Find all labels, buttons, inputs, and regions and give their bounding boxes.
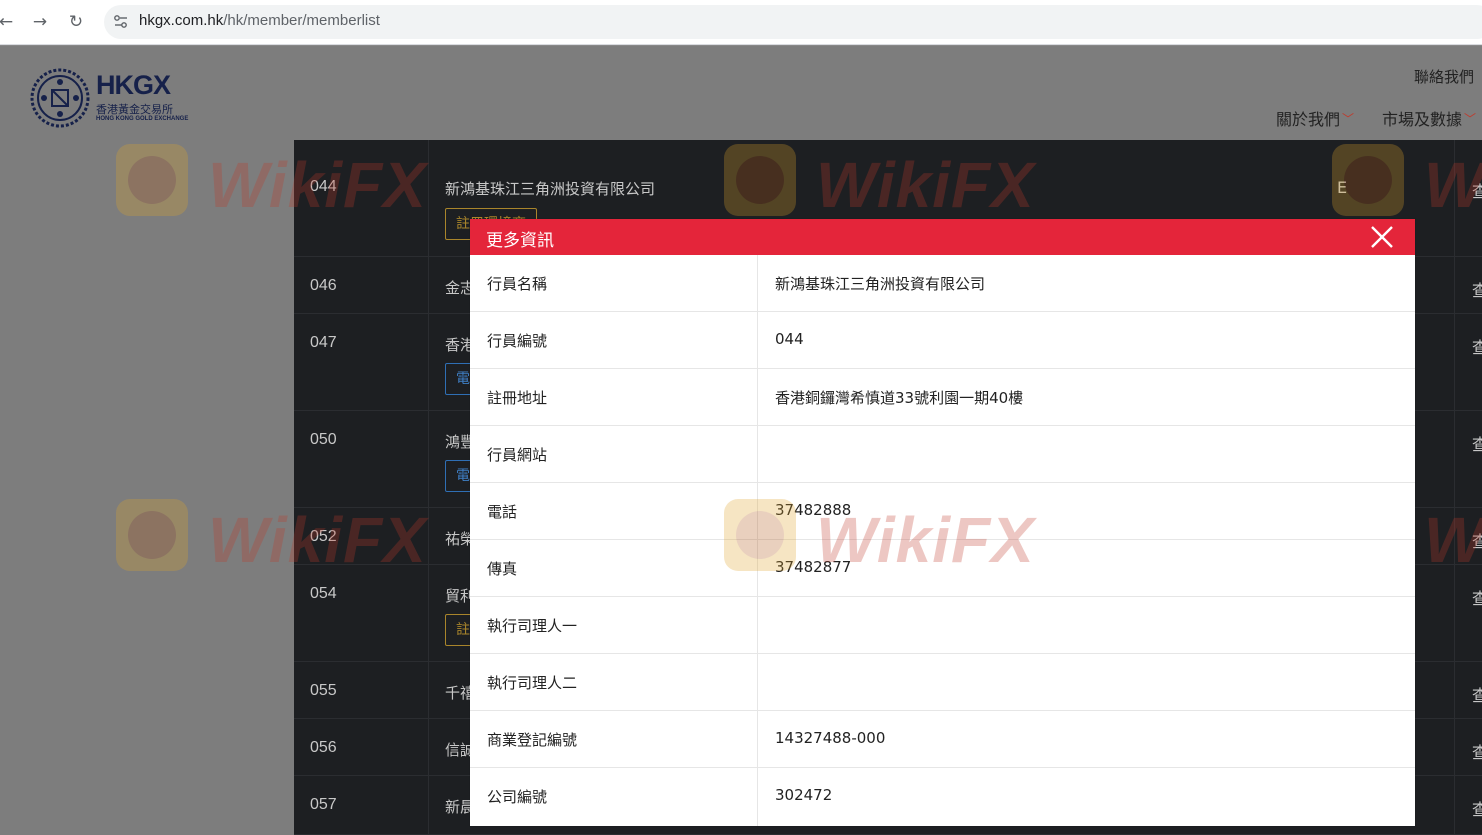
reload-icon[interactable]: ↻ xyxy=(64,10,88,34)
info-label: 註冊地址 xyxy=(487,389,548,407)
info-value: 香港銅鑼灣希慎道33號利園一期40樓 xyxy=(775,389,1024,407)
member-name: 新鴻基珠江三角洲投資有限公司 xyxy=(445,180,656,198)
member-number: 046 xyxy=(310,277,337,294)
info-row-phone: 電話 37482888 xyxy=(470,483,1415,540)
hkgx-logo[interactable]: HKGX 香港黃金交易所 HONG KONG GOLD EXCHANGE xyxy=(30,68,190,128)
page-background-left xyxy=(0,140,294,835)
info-row-website: 行員網站 xyxy=(470,426,1415,483)
nav-market-data-label: 市場及數據 xyxy=(1381,110,1462,129)
member-info-table: 行員名稱 新鴻基珠江三角洲投資有限公司 行員編號 044 註冊地址 香港銅鑼灣希… xyxy=(470,255,1415,825)
address-bar[interactable]: hkgx.com.hk/hk/member/memberlist xyxy=(104,5,1482,39)
view-link[interactable]: 查 xyxy=(1472,431,1482,455)
info-row-executive-1: 執行司理人一 xyxy=(470,597,1415,654)
info-label: 傳真 xyxy=(487,560,518,578)
url-text[interactable]: hkgx.com.hk/hk/member/memberlist xyxy=(139,12,380,29)
info-label: 公司編號 xyxy=(487,788,548,806)
modal-title: 更多資訊 xyxy=(486,231,554,251)
info-row-fax: 傳真 37482877 xyxy=(470,540,1415,597)
view-link[interactable]: 查 xyxy=(1472,277,1482,301)
info-label: 行員名稱 xyxy=(487,275,548,293)
contact-us-link[interactable]: 聯絡我們 xyxy=(1414,66,1474,87)
info-label: 行員網站 xyxy=(487,446,548,464)
info-value: 37482877 xyxy=(775,558,852,576)
chevron-down-icon: ﹀ xyxy=(1463,111,1476,126)
hkgx-seal-icon xyxy=(30,68,90,128)
info-row-member-name: 行員名稱 新鴻基珠江三角洲投資有限公司 xyxy=(470,255,1415,312)
view-link[interactable]: 查 xyxy=(1472,739,1482,763)
more-info-modal: 更多資訊 行員名稱 新鴻基珠江三角洲投資有限公司 行員編號 044 註冊地址 香… xyxy=(470,219,1415,826)
member-number: 047 xyxy=(310,334,337,351)
forward-arrow-icon[interactable]: → xyxy=(28,10,52,34)
main-nav: 關於我們 ﹀ 市場及數據 ﹀ xyxy=(1276,106,1476,130)
view-link[interactable]: 查 xyxy=(1472,528,1482,552)
logo-wordmark: HKGX xyxy=(96,70,171,100)
member-number: 057 xyxy=(310,796,337,813)
info-label: 電話 xyxy=(487,503,518,521)
member-number: 056 xyxy=(310,739,337,756)
info-label: 執行司理人一 xyxy=(487,617,578,635)
view-link[interactable]: 查 xyxy=(1472,178,1482,202)
view-link[interactable]: 查 xyxy=(1472,334,1482,358)
back-arrow-icon[interactable]: ← xyxy=(0,10,18,34)
info-row-member-number: 行員編號 044 xyxy=(470,312,1415,369)
close-icon[interactable] xyxy=(1369,224,1395,250)
site-header: HKGX 香港黃金交易所 HONG KONG GOLD EXCHANGE 聯絡我… xyxy=(0,46,1482,140)
info-value: 14327488-000 xyxy=(775,729,886,747)
info-label: 商業登記編號 xyxy=(487,731,578,749)
info-value: 302472 xyxy=(775,786,833,804)
nav-about-us[interactable]: 關於我們 ﹀ xyxy=(1276,106,1354,130)
site-settings-icon[interactable] xyxy=(112,13,130,31)
info-row-registered-address: 註冊地址 香港銅鑼灣希慎道33號利園一期40樓 xyxy=(470,369,1415,426)
view-link[interactable]: 查 xyxy=(1472,796,1482,820)
url-path: /hk/member/memberlist xyxy=(223,12,380,29)
info-label: 執行司理人二 xyxy=(487,674,578,692)
row-extra-text: E xyxy=(1337,178,1348,197)
view-link[interactable]: 查 xyxy=(1472,585,1482,609)
member-number: 055 xyxy=(310,682,337,699)
info-value: 37482888 xyxy=(775,501,852,519)
info-row-business-registration: 商業登記編號 14327488-000 xyxy=(470,711,1415,768)
nav-market-data[interactable]: 市場及數據 ﹀ xyxy=(1382,106,1476,130)
member-number: 052 xyxy=(310,528,337,545)
nav-about-us-label: 關於我們 xyxy=(1275,110,1340,129)
logo-english-name: HONG KONG GOLD EXCHANGE xyxy=(96,116,189,122)
info-label: 行員編號 xyxy=(487,332,548,350)
url-host: hkgx.com.hk xyxy=(139,12,224,29)
info-value: 新鴻基珠江三角洲投資有限公司 xyxy=(775,275,986,293)
member-number: 050 xyxy=(310,431,337,448)
modal-header: 更多資訊 xyxy=(470,219,1415,255)
view-link[interactable]: 查 xyxy=(1472,682,1482,706)
member-number: 044 xyxy=(310,178,337,195)
info-row-company-number: 公司編號 302472 xyxy=(470,768,1415,825)
chevron-down-icon: ﹀ xyxy=(1341,111,1354,126)
browser-toolbar: ← → ↻ hkgx.com.hk/hk/member/memberlist xyxy=(0,0,1482,45)
member-number: 054 xyxy=(310,585,337,602)
logo-chinese-name: 香港黃金交易所 xyxy=(96,103,173,116)
info-value: 044 xyxy=(775,330,804,348)
info-row-executive-2: 執行司理人二 xyxy=(470,654,1415,711)
